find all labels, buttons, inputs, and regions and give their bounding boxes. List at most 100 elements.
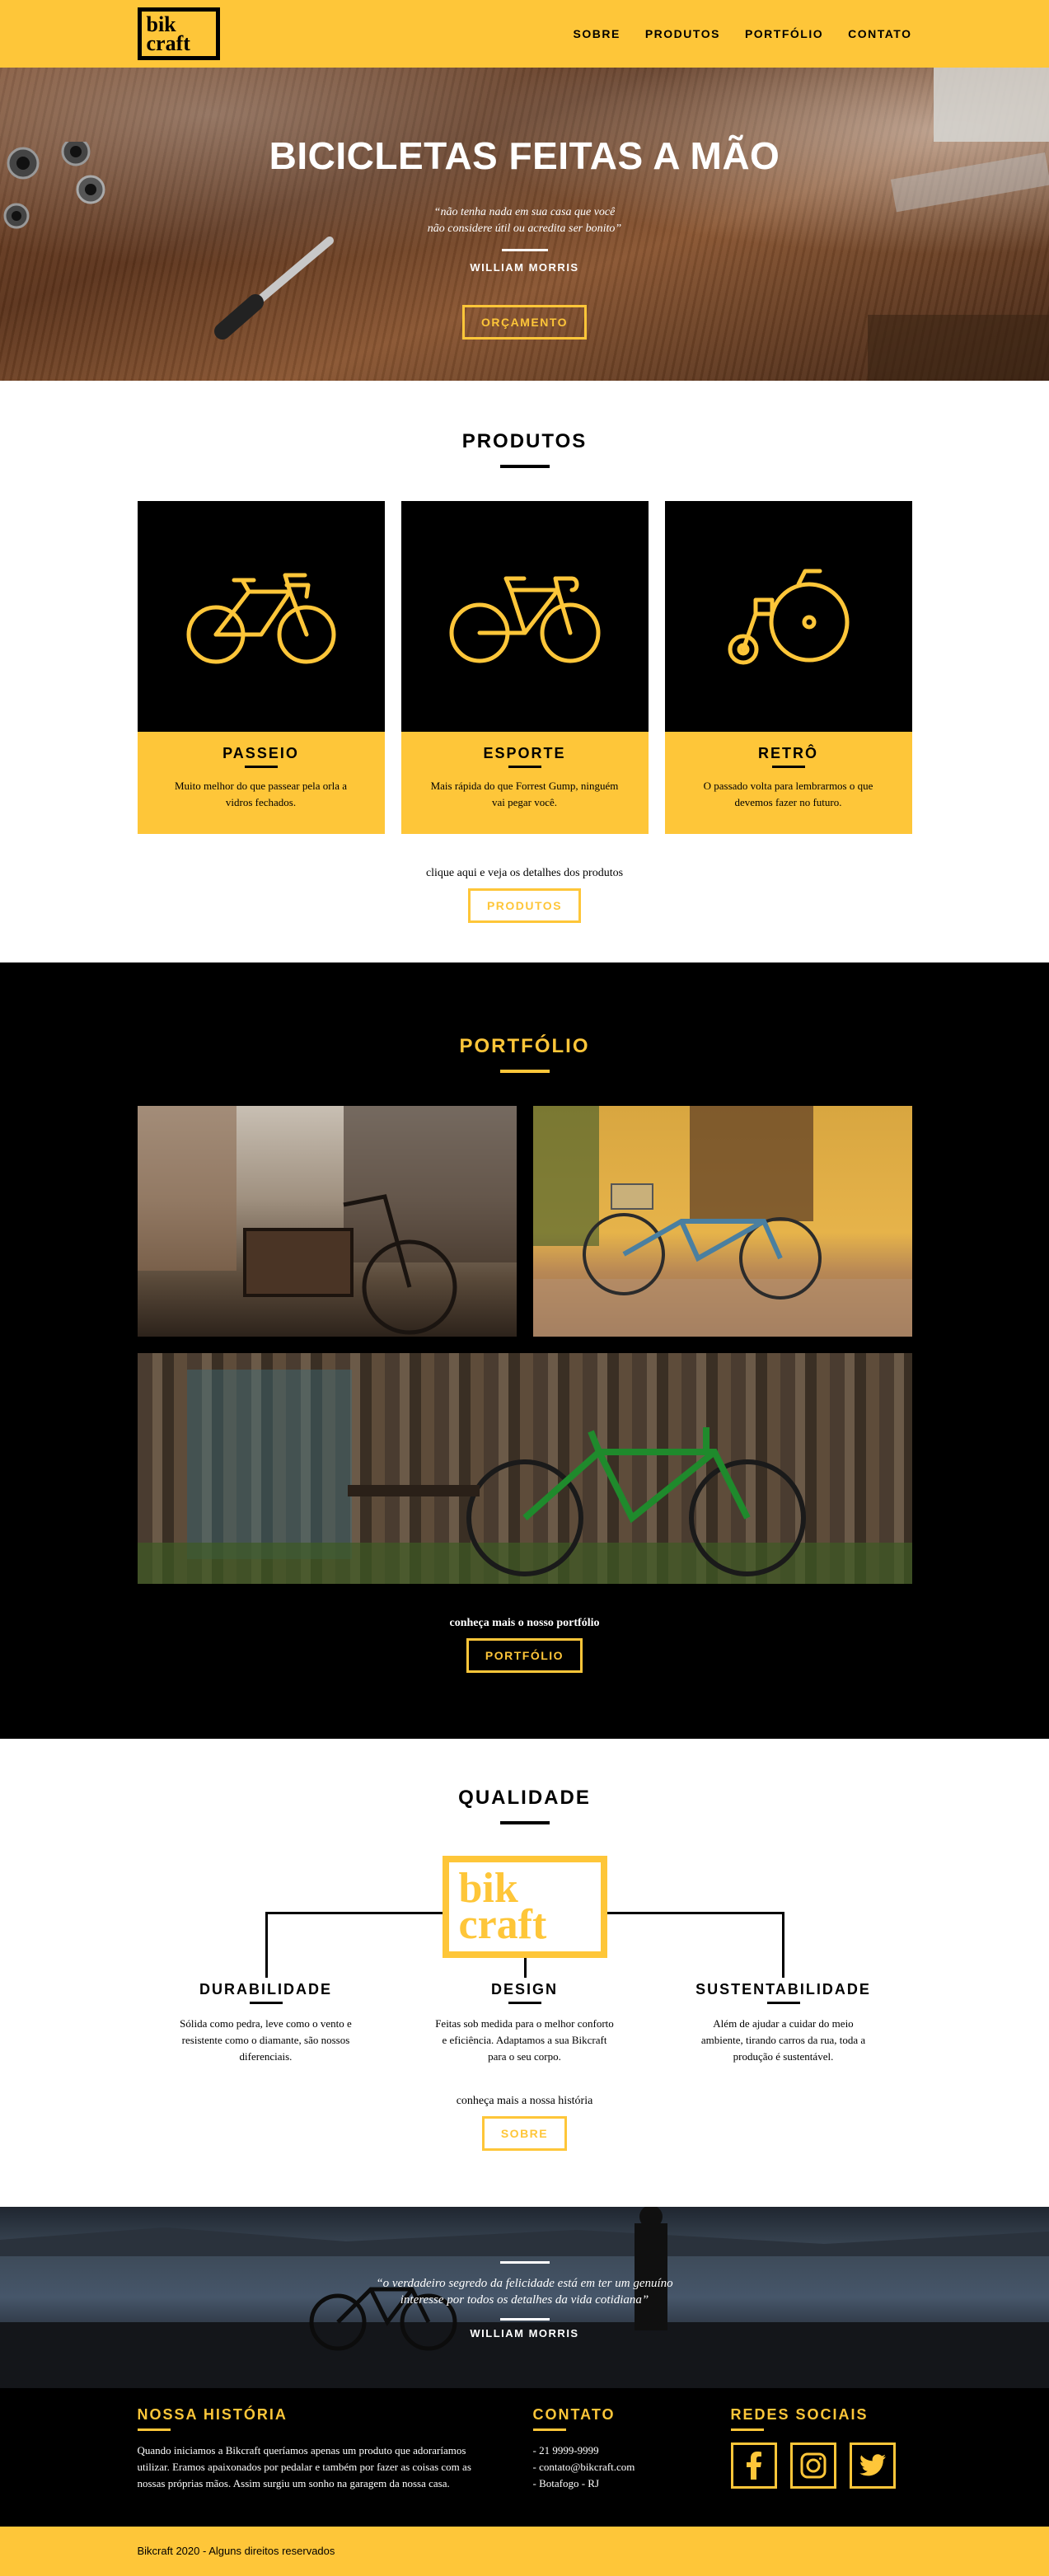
qualidade-diagram: bik craft DURABILIDADE Sólida como pedra… — [138, 1856, 912, 2063]
hero-section: BICICLETAS FEITAS A MÃO “não tenha nada … — [0, 68, 1049, 381]
copyright-text: Bikcraft 2020 - Alguns direitos reservad… — [137, 2545, 335, 2557]
quality-item-sustentabilidade: SUSTENTABILIDADE Além de ajudar a cuidar… — [677, 1981, 891, 2065]
produtos-grid: PASSEIO Muito melhor do que passear pela… — [137, 501, 912, 834]
produtos-title-underline — [499, 465, 550, 468]
logo-line-2: craft — [146, 31, 190, 55]
banner-quote: “o verdadeiro segredo da felicidade está… — [376, 2277, 673, 2307]
produtos-section: PRODUTOS PASSEIO Muito melhor do que pas… — [0, 381, 1049, 962]
product-card-passeio[interactable]: PASSEIO Muito melhor do que passear pela… — [137, 501, 385, 834]
hero-divider — [501, 249, 548, 251]
quality-item-title: SUSTENTABILIDADE — [695, 1981, 871, 1998]
qualidade-title: QUALIDADE — [458, 1787, 591, 1809]
facebook-icon[interactable] — [730, 2443, 777, 2489]
city-bike-icon — [186, 573, 335, 664]
product-name-underline — [771, 766, 805, 768]
footer-historia-title: NOSSA HISTÓRIA — [137, 2406, 288, 2423]
hero-title: BICICLETAS FEITAS A MÃO — [269, 134, 780, 177]
footer-redes-title: REDES SOCIAIS — [730, 2406, 869, 2423]
quality-item-underline — [508, 2002, 541, 2004]
copyright-bar: Bikcraft 2020 - Alguns direitos reservad… — [0, 2527, 1049, 2576]
bikcraft-logo[interactable]: bik craft — [137, 7, 220, 60]
product-name-underline — [508, 766, 541, 768]
footer-contato: CONTATO - 21 9999-9999 - contato@bikcraf… — [532, 2406, 731, 2492]
product-desc: O passado volta para lembrarmos o que de… — [703, 780, 873, 808]
quote-divider-bottom — [499, 2318, 550, 2321]
twitter-icon[interactable] — [849, 2443, 896, 2489]
contact-phone: - 21 9999-9999 — [532, 2444, 599, 2457]
portfolio-title: PORTFÓLIO — [459, 1035, 590, 1057]
hero-quote-line-2: não considere útil ou acredita ser bonit… — [427, 222, 622, 235]
hero-quote-line-1: “não tenha nada em sua casa que você — [433, 206, 616, 218]
portfolio-grid — [137, 1106, 912, 1584]
nav-sobre[interactable]: SOBRE — [574, 27, 621, 40]
yellow-wall-bike-illustration — [532, 1106, 912, 1337]
instagram-icon[interactable] — [789, 2443, 836, 2489]
road-bike-icon — [449, 576, 600, 663]
footer-historia-underline — [137, 2428, 171, 2431]
footer-historia-text: Quando iniciamos a Bikcraft queríamos ap… — [137, 2444, 471, 2489]
qualidade-logo-line-2: craft — [458, 1901, 547, 1948]
nav-contato[interactable]: CONTATO — [848, 27, 911, 40]
footer-historia: NOSSA HISTÓRIA Quando iniciamos a Bikcra… — [137, 2406, 484, 2492]
qualidade-title-underline — [499, 1821, 550, 1824]
nav-portfolio[interactable]: PORTFÓLIO — [745, 27, 823, 40]
product-desc: Muito melhor do que passear pela orla a … — [174, 780, 347, 808]
product-name-underline — [244, 766, 278, 768]
portfolio-cta-text: conheça mais o nosso portfólio — [449, 1617, 600, 1629]
quality-item-underline — [766, 2002, 800, 2004]
produtos-button[interactable]: PRODUTOS — [467, 888, 582, 923]
quality-item-underline — [249, 2002, 283, 2004]
footer-contato-title: CONTATO — [532, 2406, 616, 2423]
hero-author: WILLIAM MORRIS — [470, 261, 579, 274]
quality-item-design: DESIGN Feitas sob medida para o melhor c… — [418, 1981, 632, 2065]
portfolio-photo-street-bike[interactable] — [137, 1106, 517, 1337]
connector-line — [523, 1955, 527, 1978]
qualidade-section: QUALIDADE bik craft DURABILIDADE Sólida … — [0, 1739, 1049, 2207]
quality-item-durabilidade: DURABILIDADE Sólida como pedra, leve com… — [159, 1981, 373, 2065]
site-header: bik craft SOBRE PRODUTOS PORTFÓLIO CONTA… — [0, 0, 1049, 68]
quality-item-desc: Feitas sob medida para o melhor conforto… — [435, 2017, 614, 2063]
penny-farthing-icon — [728, 569, 849, 665]
social-links — [730, 2443, 912, 2489]
produtos-title: PRODUTOS — [461, 430, 588, 452]
green-bike-illustration — [137, 1370, 912, 1584]
product-image — [400, 501, 649, 732]
product-desc: Mais rápida do que Forrest Gump, ninguém… — [430, 780, 619, 808]
produtos-cta: clique aqui e veja os detalhes dos produ… — [138, 867, 912, 923]
orcamento-button[interactable]: ORÇAMENTO — [461, 305, 588, 340]
quality-item-title: DESIGN — [490, 1981, 558, 1998]
qualidade-logo: bik craft — [442, 1856, 607, 1958]
portfolio-cta: conheça mais o nosso portfólio PORTFÓLIO — [138, 1617, 912, 1673]
produtos-cta-text: clique aqui e veja os detalhes dos produ… — [425, 867, 624, 879]
connector-line — [265, 1912, 268, 1978]
footer-contato-list: - 21 9999-9999 - contato@bikcraft.com - … — [533, 2443, 731, 2492]
quote-divider-top — [499, 2261, 550, 2264]
contact-email[interactable]: - contato@bikcraft.com — [533, 2459, 731, 2475]
qualidade-cta: conheça mais a nossa história SOBRE — [138, 2095, 912, 2151]
quality-item-desc: Sólida como pedra, leve como o vento e r… — [180, 2017, 352, 2063]
site-footer: NOSSA HISTÓRIA Quando iniciamos a Bikcra… — [0, 2388, 1049, 2527]
product-name: RETRÔ — [758, 745, 818, 761]
footer-redes: REDES SOCIAIS — [730, 2406, 912, 2492]
qualidade-cta-text: conheça mais a nossa história — [456, 2095, 593, 2107]
product-name: ESPORTE — [483, 745, 566, 761]
portfolio-button[interactable]: PORTFÓLIO — [466, 1638, 583, 1673]
quality-item-title: DURABILIDADE — [199, 1981, 332, 1998]
nav-produtos[interactable]: PRODUTOS — [645, 27, 720, 40]
quality-item-desc: Além de ajudar a cuidar do meio ambiente… — [700, 2017, 866, 2063]
quote-banner: “o verdadeiro segredo da felicidade está… — [0, 2207, 1049, 2388]
sobre-button[interactable]: SOBRE — [481, 2116, 568, 2151]
portfolio-section: PORTFÓLIO conheça mais o nosso portfólio… — [0, 962, 1049, 1739]
product-card-retro[interactable]: RETRÔ O passado volta para lembrarmos o … — [664, 501, 912, 834]
portfolio-photo-yellow-wall-bike[interactable] — [532, 1106, 912, 1337]
portfolio-title-underline — [499, 1070, 550, 1073]
contact-address: - Botafogo - RJ — [532, 2477, 600, 2489]
portfolio-photo-green-bike[interactable] — [137, 1353, 912, 1584]
product-name: PASSEIO — [222, 745, 299, 761]
footer-redes-underline — [730, 2428, 764, 2431]
product-card-esporte[interactable]: ESPORTE Mais rápida do que Forrest Gump,… — [400, 501, 649, 834]
main-nav: SOBRE PRODUTOS PORTFÓLIO CONTATO — [574, 27, 912, 40]
banner-author: WILLIAM MORRIS — [470, 2327, 579, 2339]
hero-quote: “não tenha nada em sua casa que você não… — [377, 204, 673, 237]
product-image — [664, 501, 912, 732]
